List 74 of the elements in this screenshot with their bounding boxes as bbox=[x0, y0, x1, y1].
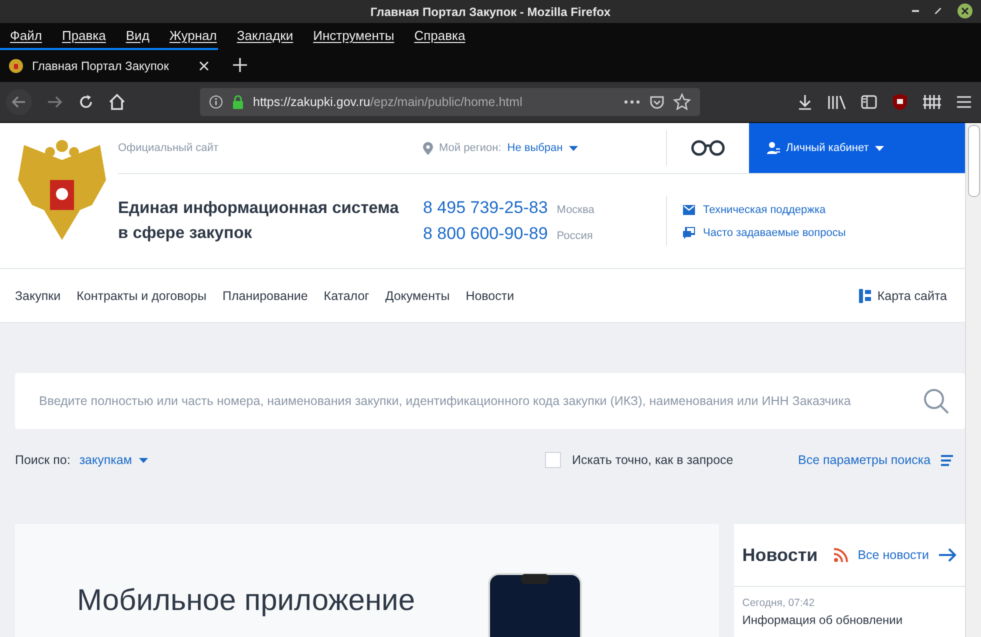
menu-icon bbox=[955, 93, 973, 111]
url-text: https://zakupki.gov.ru/epz/main/public/home.html bbox=[253, 95, 524, 109]
pocket-icon bbox=[649, 94, 665, 110]
lock-icon bbox=[231, 95, 245, 109]
address-bar[interactable]: https://zakupki.gov.ru/epz/main/public/home.html bbox=[200, 88, 700, 116]
scroll-thumb[interactable] bbox=[968, 125, 980, 197]
sitemap-link[interactable]: Карта сайта bbox=[859, 288, 947, 302]
all-news-link[interactable]: Все новости bbox=[858, 548, 929, 562]
menu-item[interactable]: Закладки bbox=[236, 28, 294, 43]
glasses-icon bbox=[691, 140, 725, 156]
promo-title: Мобильное приложение bbox=[77, 584, 415, 618]
menu-item[interactable]: Справка bbox=[414, 28, 466, 43]
nav-link[interactable]: Каталог bbox=[324, 288, 370, 302]
news-title: Новости bbox=[742, 544, 818, 566]
nav-link[interactable]: Документы bbox=[385, 288, 450, 302]
official-site-label: Официальный сайт bbox=[118, 142, 220, 154]
library-icon bbox=[827, 93, 847, 111]
phone-link[interactable]: 8 800 600-90-89 bbox=[423, 224, 548, 244]
shield-icon bbox=[891, 93, 909, 111]
search-by-label: Поиск по: bbox=[15, 453, 70, 467]
search-by-dropdown[interactable]: закупкам bbox=[79, 453, 132, 467]
filter-icon bbox=[940, 454, 953, 466]
site-title: Единая информационная система в сфере закупок bbox=[118, 198, 400, 244]
close-icon bbox=[957, 3, 973, 19]
news-headline[interactable]: Информация об обновлении bbox=[742, 613, 957, 627]
news-date: Сегодня, 07:42 bbox=[742, 597, 816, 609]
info-icon bbox=[209, 95, 223, 109]
reload-icon bbox=[77, 93, 95, 111]
support-link[interactable]: Техническая поддержка bbox=[703, 204, 826, 216]
window-title: Главная Портал Закупок - Mozilla Firefox bbox=[370, 4, 611, 18]
scrollbar[interactable] bbox=[965, 123, 981, 637]
exact-checkbox[interactable] bbox=[545, 452, 561, 468]
search-field[interactable]: Введите полностью или часть номера, наименования закупки, идентификационного кода закупки (ИКЗ), наименования или ИНН Заказчика bbox=[15, 373, 965, 429]
support-link[interactable]: Часто задаваемые вопросы bbox=[703, 226, 846, 238]
sidebar-icon bbox=[860, 93, 878, 111]
mail-icon bbox=[683, 204, 695, 214]
chat-icon bbox=[683, 226, 695, 238]
phone-city: Москва bbox=[556, 204, 594, 216]
menu-item[interactable]: Правка bbox=[62, 28, 106, 43]
star-icon bbox=[673, 93, 691, 111]
phone-city: Россия bbox=[556, 230, 593, 242]
account-button[interactable]: Личный кабинет bbox=[749, 123, 965, 173]
download-icon bbox=[796, 93, 814, 111]
region-label: Мой регион: bbox=[439, 142, 502, 154]
nav-link[interactable]: Закупки bbox=[15, 288, 61, 302]
arrow-right-icon bbox=[939, 548, 957, 562]
home-icon bbox=[108, 93, 126, 111]
menu-item[interactable]: Файл bbox=[10, 28, 42, 43]
back-icon bbox=[5, 88, 33, 116]
region-dropdown[interactable]: Не выбран bbox=[507, 142, 563, 154]
search-icon bbox=[923, 388, 949, 414]
new-tab-icon bbox=[232, 57, 248, 73]
more-icon bbox=[623, 99, 641, 105]
caret-icon bbox=[874, 146, 884, 150]
nav-link[interactable]: Планирование bbox=[222, 288, 308, 302]
rss-icon bbox=[834, 548, 848, 562]
menu-item[interactable]: Вид bbox=[126, 28, 150, 43]
sitemap-icon bbox=[859, 288, 872, 302]
user-icon bbox=[766, 141, 780, 155]
search-params-link[interactable]: Все параметры поиска bbox=[798, 453, 931, 467]
close-icon bbox=[198, 60, 210, 72]
location-pin-icon bbox=[423, 142, 433, 154]
nav-link[interactable]: Контракты и договоры bbox=[76, 288, 206, 302]
nav-link[interactable]: Новости bbox=[466, 288, 514, 302]
caret-icon bbox=[568, 146, 578, 150]
caret-icon bbox=[138, 458, 148, 462]
tab-title: Главная Портал Закупок bbox=[32, 59, 170, 73]
menu-item[interactable]: Журнал bbox=[169, 28, 217, 43]
exact-checkbox-label: Искать точно, как в запросе bbox=[572, 453, 734, 467]
phone-link[interactable]: 8 495 739-25-83 bbox=[423, 198, 548, 218]
fence-icon bbox=[922, 93, 942, 111]
emblem-icon bbox=[8, 58, 24, 74]
menu-item[interactable]: Инструменты bbox=[313, 28, 394, 43]
minimize-icon bbox=[912, 10, 919, 12]
